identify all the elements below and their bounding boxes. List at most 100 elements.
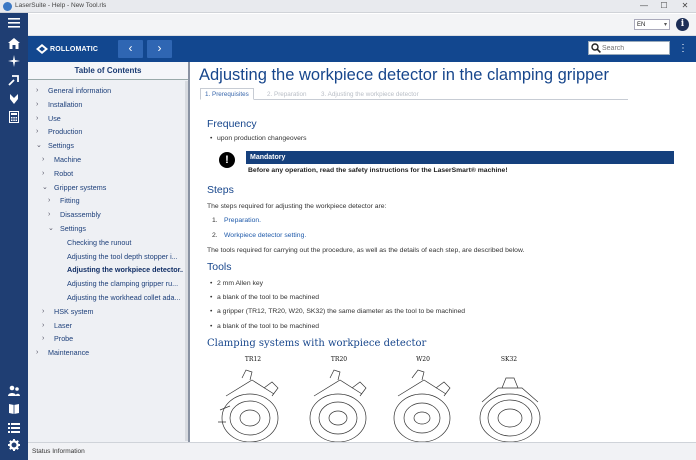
- tab-adjusting-detector[interactable]: 3. Adjusting the workpiece detector: [316, 88, 424, 100]
- help-content: Adjusting the workpiece detector in the …: [192, 62, 696, 442]
- toc-item[interactable]: › Fitting: [48, 195, 183, 207]
- toc-item-label: Maintenance: [48, 348, 90, 358]
- window-titlebar: LaserSuite - Help - New Tool.rls — ☐ ✕: [0, 0, 696, 13]
- figure-caption: TR20: [330, 356, 348, 363]
- toc-item-label: Adjusting the tool depth stopper i...: [67, 251, 178, 261]
- toc-item[interactable]: ⌄ Settings: [36, 140, 183, 152]
- close-button[interactable]: ✕: [675, 0, 695, 13]
- toc-item[interactable]: › Use: [36, 113, 183, 125]
- list-icon[interactable]: [4, 421, 24, 439]
- chevron-down-icon: ⌄: [36, 142, 42, 150]
- maximize-button[interactable]: ☐: [654, 0, 674, 13]
- calculator-icon[interactable]: [4, 111, 24, 129]
- chevron-right-icon: ›: [36, 114, 39, 122]
- tool-item: a gripper (TR12, TR20, W20, SK32) the sa…: [210, 308, 465, 315]
- toc-item[interactable]: › Machine: [42, 154, 183, 166]
- figure-caption: W20: [416, 356, 430, 363]
- logo-text: ROLLOMATIC: [50, 46, 99, 53]
- step-tabs: 1. Prerequisites 2. Preparation 3. Adjus…: [200, 88, 628, 100]
- toc-item[interactable]: › Probe: [42, 333, 183, 345]
- steps-heading: Steps: [207, 184, 234, 196]
- toc-item[interactable]: › Production: [36, 126, 183, 138]
- language-bar: EN ▾ i: [28, 14, 696, 36]
- gear-icon[interactable]: [4, 439, 24, 457]
- forward-button[interactable]: ›: [147, 40, 172, 58]
- help-header: ROLLOMATIC ‹ › ⋮: [28, 36, 696, 62]
- language-select[interactable]: EN ▾: [634, 19, 670, 30]
- laser-icon[interactable]: [4, 55, 24, 73]
- home-icon[interactable]: [4, 37, 24, 55]
- more-menu-icon[interactable]: ⋮: [678, 42, 688, 56]
- toc-item-label: Adjusting the workhead collet ada...: [67, 293, 181, 302]
- toc-scrollbar[interactable]: [185, 81, 188, 441]
- tool-item: 2 mm Allen key: [210, 280, 263, 287]
- toc-item[interactable]: Adjusting the workpiece detector...: [55, 264, 183, 276]
- tool-item: a blank of the tool to be machined: [210, 294, 319, 301]
- tools-heading: Tools: [207, 261, 232, 273]
- page-title: Adjusting the workpiece detector in the …: [199, 66, 609, 84]
- chevron-right-icon: ›: [36, 87, 39, 94]
- language-value: EN: [637, 22, 646, 28]
- search-icon: [591, 43, 601, 53]
- chevron-right-icon: ›: [42, 321, 45, 329]
- step-link-preparation[interactable]: Preparation.: [224, 217, 261, 224]
- toc-item-label: Robot: [54, 168, 74, 178]
- gripper-drawing: [479, 377, 541, 442]
- gripper-figure-tr20: TR20: [298, 354, 380, 442]
- toc-item-label: Probe: [54, 334, 74, 344]
- gripper-figure-w20: W20: [382, 354, 464, 442]
- toc-item[interactable]: › Installation: [36, 99, 183, 111]
- figure-caption: TR12: [244, 356, 262, 363]
- book-icon[interactable]: [4, 403, 24, 421]
- gripper-figure-sk32: SK32: [468, 354, 550, 442]
- chevron-right-icon: ›: [42, 307, 45, 315]
- chevron-down-icon: ⌄: [48, 225, 54, 232]
- chevron-right-icon: ›: [42, 335, 45, 343]
- figure-caption: SK32: [500, 356, 518, 363]
- toc-item[interactable]: Adjusting the workhead collet ada...: [55, 292, 183, 304]
- toc-item-label: Adjusting the workpiece detector...: [67, 265, 183, 275]
- tab-prerequisites[interactable]: 1. Prerequisites: [200, 88, 254, 100]
- users-icon[interactable]: [4, 385, 24, 403]
- toc-item-label: Settings: [48, 141, 74, 151]
- mandatory-text: Before any operation, read the safety in…: [248, 167, 508, 174]
- toc-item[interactable]: › Laser: [42, 320, 183, 332]
- hamburger-menu-icon[interactable]: [4, 16, 24, 34]
- tool-item: a blank of the tool to be machined: [210, 323, 319, 330]
- toc-item[interactable]: Adjusting the tool depth stopper i...: [55, 251, 183, 263]
- step-link-detector-setting[interactable]: Workpiece detector setting.: [224, 232, 306, 239]
- toc-item[interactable]: Checking the runout: [55, 237, 183, 249]
- toc-item-label: Fitting: [60, 196, 80, 206]
- toc-item-label: Adjusting the clamping gripper ru...: [67, 279, 179, 289]
- toc-item[interactable]: › General information: [36, 85, 183, 97]
- toc-title: Table of Contents: [28, 62, 188, 80]
- toc-item[interactable]: › Robot: [42, 168, 183, 180]
- chevron-right-icon: ›: [48, 211, 51, 219]
- tab-preparation[interactable]: 2. Preparation: [262, 88, 312, 100]
- chevron-right-icon: ›: [36, 349, 39, 357]
- rollomatic-logo: ROLLOMATIC: [36, 44, 98, 55]
- search-input[interactable]: [602, 43, 668, 54]
- toc-item-label: Installation: [48, 99, 83, 109]
- toc-item[interactable]: › HSK system: [42, 306, 183, 318]
- toc-item[interactable]: › Maintenance: [36, 347, 183, 359]
- toc-item-label: Laser: [54, 320, 72, 330]
- clamping-figures: TR12 TR20 W20 SK32: [212, 354, 552, 442]
- status-bar: Status Information: [28, 442, 696, 460]
- gripper-figure-tr12: TR12: [212, 354, 294, 442]
- grinder-icon[interactable]: [4, 93, 24, 111]
- info-icon[interactable]: i: [676, 18, 689, 31]
- tool-icon[interactable]: [4, 74, 24, 92]
- frequency-bullet: upon production changeovers: [210, 135, 307, 142]
- minimize-button[interactable]: —: [634, 0, 654, 13]
- search-box: [588, 41, 670, 55]
- toc-item-label: Gripper systems: [54, 182, 107, 192]
- back-button[interactable]: ‹: [118, 40, 143, 58]
- toc-item[interactable]: Adjusting the clamping gripper ru...: [55, 278, 183, 290]
- toc-item[interactable]: ⌄ Gripper systems: [42, 182, 183, 194]
- toc-item-label: General information: [48, 86, 112, 95]
- gripper-drawing: [393, 369, 451, 442]
- gripper-drawing: [218, 369, 279, 442]
- toc-item[interactable]: › Disassembly: [48, 209, 183, 221]
- toc-item[interactable]: ⌄ Settings: [48, 223, 183, 235]
